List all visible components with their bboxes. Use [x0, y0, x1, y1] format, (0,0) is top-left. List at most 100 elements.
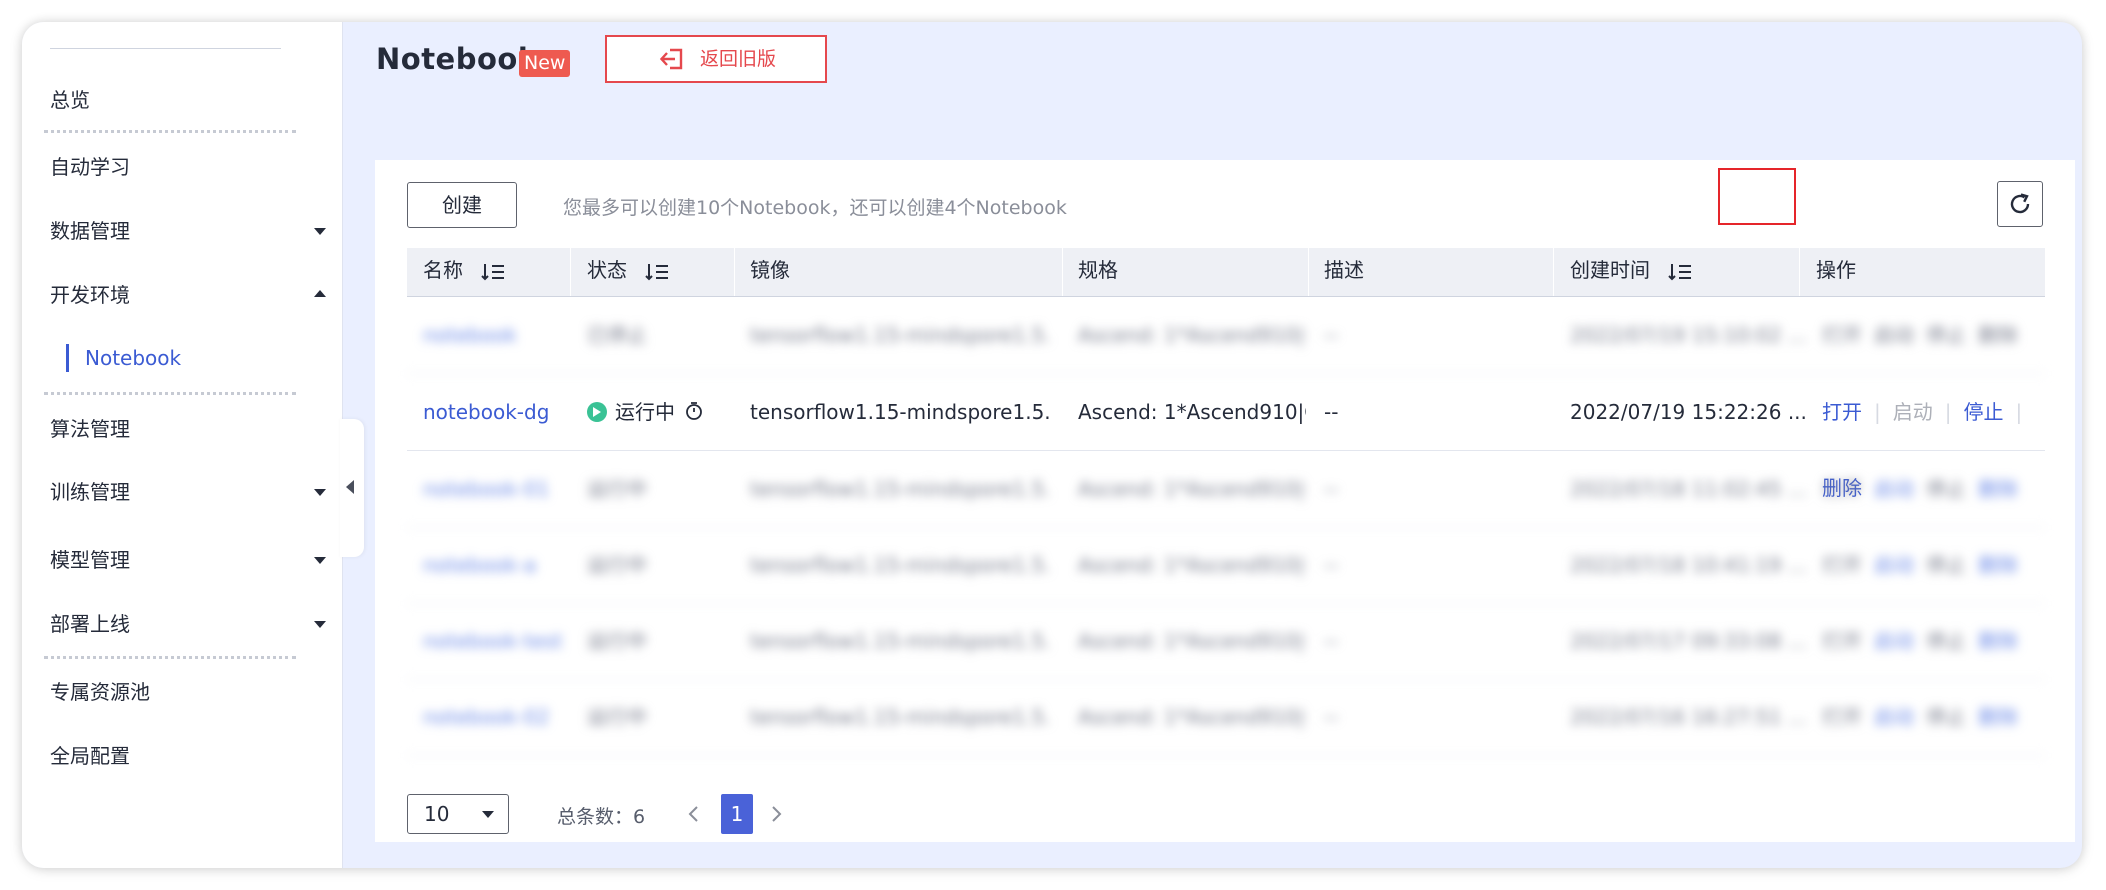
start-action[interactable]: 启动 [1874, 477, 1914, 501]
sort-icon[interactable] [645, 262, 669, 282]
stop-action[interactable]: 停止 [1926, 553, 1966, 577]
stop-action[interactable]: 停止 [1926, 705, 1966, 729]
page-size-select[interactable]: 10 [407, 794, 509, 834]
current-page-button[interactable]: 1 [721, 794, 753, 834]
sidebar-item-label: 模型管理 [50, 548, 130, 572]
sidebar-item-global-config[interactable]: 全局配置 [50, 736, 326, 776]
sidebar-item-label: 专属资源池 [50, 680, 150, 704]
chevron-left-icon [688, 806, 698, 822]
created-time-text: 2022/07/16 16:27:51 ... [1570, 705, 1807, 729]
sidebar-divider [44, 392, 296, 395]
start-action[interactable]: 启动 [1893, 400, 1933, 424]
notebook-name-link[interactable]: notebook-01 [423, 451, 549, 527]
sidebar-item-auto-learning[interactable]: 自动学习 [50, 147, 326, 187]
image-text: tensorflow1.15-mindspore1.5.... [750, 477, 1050, 501]
create-button[interactable]: 创建 [407, 182, 517, 228]
row-operations: 打开 | 启动 | 停止 | 删除 [1816, 374, 2045, 500]
sidebar-item-label: 算法管理 [50, 417, 130, 441]
table-row: notebook-test 运行中 tensorflow1.15-mindspo… [407, 603, 2045, 680]
table-row: notebook-a 运行中 tensorflow1.15-mindspore1… [407, 527, 2045, 604]
open-action[interactable]: 打开 [1822, 705, 1862, 729]
column-header-name[interactable]: 名称 [423, 248, 505, 296]
description-text: -- [1324, 705, 1339, 729]
quota-hint: 您最多可以创建10个Notebook，还可以创建4个Notebook [563, 197, 1067, 219]
chevron-up-icon [314, 290, 326, 297]
sidebar-item-algorithm-management[interactable]: 算法管理 [50, 409, 326, 449]
sidebar-divider [44, 656, 296, 659]
refresh-button[interactable] [1997, 181, 2043, 227]
created-time-text: 2022/07/18 11:02:45 ... [1570, 477, 1807, 501]
sidebar-item-training-management[interactable]: 训练管理 [50, 472, 326, 512]
open-action[interactable]: 打开 [1822, 629, 1862, 653]
sign-out-icon [659, 48, 683, 70]
delete-action[interactable]: 删除 [1978, 629, 2018, 653]
sidebar-item-label: 训练管理 [50, 480, 130, 504]
column-header-status[interactable]: 状态 [587, 248, 669, 296]
start-action[interactable]: 启动 [1874, 705, 1914, 729]
sidebar-item-model-management[interactable]: 模型管理 [50, 540, 326, 580]
row-operations: 打开 启动 停止 删除 [1816, 297, 2024, 373]
table-row: notebook 已停止 tensorflow1.15-mindspore1.5… [407, 297, 2045, 374]
sort-icon[interactable] [1668, 262, 1692, 282]
image-text: tensorflow1.15-mindspore1.5.... [750, 323, 1050, 347]
status-text: 运行中 [587, 477, 647, 501]
open-action[interactable]: 打开 [1822, 400, 1862, 424]
spec-text: Ascend: 1*Ascend910|CPU [1078, 323, 1306, 347]
description-text: -- [1324, 553, 1339, 577]
table-row: notebook-dg 运行中 tensorflow1.15-mindspore… [407, 374, 2045, 500]
start-action[interactable]: 启动 [1874, 553, 1914, 577]
start-action[interactable]: 启动 [1874, 323, 1914, 347]
stop-action[interactable]: 停止 [1926, 629, 1966, 653]
notebook-name-link[interactable]: notebook-02 [423, 679, 549, 755]
open-action[interactable]: 打开 [1822, 323, 1862, 347]
open-action[interactable]: 打开 [1822, 553, 1862, 577]
sidebar-item-data-management[interactable]: 数据管理 [50, 211, 326, 251]
stop-action[interactable]: 停止 [1926, 323, 1966, 347]
chevron-down-icon [314, 621, 326, 628]
chevron-down-icon [314, 228, 326, 235]
sidebar-item-dev-environment[interactable]: 开发环境 [50, 275, 326, 315]
delete-action[interactable]: 删除 [1978, 705, 2018, 729]
sidebar-subitem-notebook[interactable]: Notebook [66, 344, 181, 372]
sidebar-item-label: 部署上线 [50, 612, 130, 636]
spec-text: Ascend: 1*Ascend910|CPU [1078, 400, 1306, 424]
timer-icon[interactable] [684, 401, 704, 421]
sidebar-item-dedicated-pool[interactable]: 专属资源池 [50, 672, 326, 712]
notebook-name-link[interactable]: notebook-dg [423, 374, 549, 450]
status-text: 已停止 [587, 323, 647, 347]
spec-text: Ascend: 1*Ascend910|CPU [1078, 477, 1306, 501]
row-operations: 打开 启动 停止 删除 [1816, 603, 2024, 679]
sidebar-item-deployment[interactable]: 部署上线 [50, 604, 326, 644]
notebook-name-link[interactable]: notebook-test [423, 603, 562, 679]
delete-action[interactable]: 删除 [1978, 553, 2018, 577]
sidebar-collapse-toggle[interactable] [340, 419, 364, 557]
open-action[interactable]: 打开 [1822, 477, 1862, 501]
prev-page-button[interactable] [687, 804, 701, 830]
page-size-value: 10 [424, 802, 450, 826]
column-header-spec: 规格 [1078, 258, 1118, 282]
sidebar-item-overview[interactable]: 总览 [50, 80, 326, 120]
page-title: Notebook [376, 42, 538, 76]
notebook-name-link[interactable]: notebook-a [423, 527, 536, 603]
column-header-created[interactable]: 创建时间 [1570, 248, 1692, 296]
sort-icon[interactable] [481, 262, 505, 282]
sidebar-top-divider [50, 48, 281, 49]
stop-action[interactable]: 停止 [1964, 400, 2004, 424]
notebook-name-link[interactable]: notebook [423, 297, 517, 373]
image-text: tensorflow1.15-mindspore1.5.... [750, 629, 1050, 653]
start-action[interactable]: 启动 [1874, 629, 1914, 653]
column-separator [1799, 248, 1800, 296]
delete-action[interactable]: 删除 [1978, 477, 2018, 501]
status-text: 运行中 [587, 553, 647, 577]
next-page-button[interactable] [769, 804, 783, 830]
created-time-text: 2022/07/19 15:22:26 ... [1570, 400, 1807, 424]
delete-action[interactable]: 删除 [1978, 323, 2018, 347]
operation-separator: | [1944, 400, 1952, 424]
sidebar-item-label: 总览 [50, 88, 90, 112]
chevron-down-icon [482, 811, 494, 818]
image-text: tensorflow1.15-mindspore1.5.... [750, 400, 1050, 424]
stop-action[interactable]: 停止 [1926, 477, 1966, 501]
return-old-version-button[interactable]: 返回旧版 [605, 35, 827, 83]
column-header-image: 镜像 [750, 258, 790, 282]
created-time-text: 2022/07/17 09:33:08 ... [1570, 629, 1807, 653]
